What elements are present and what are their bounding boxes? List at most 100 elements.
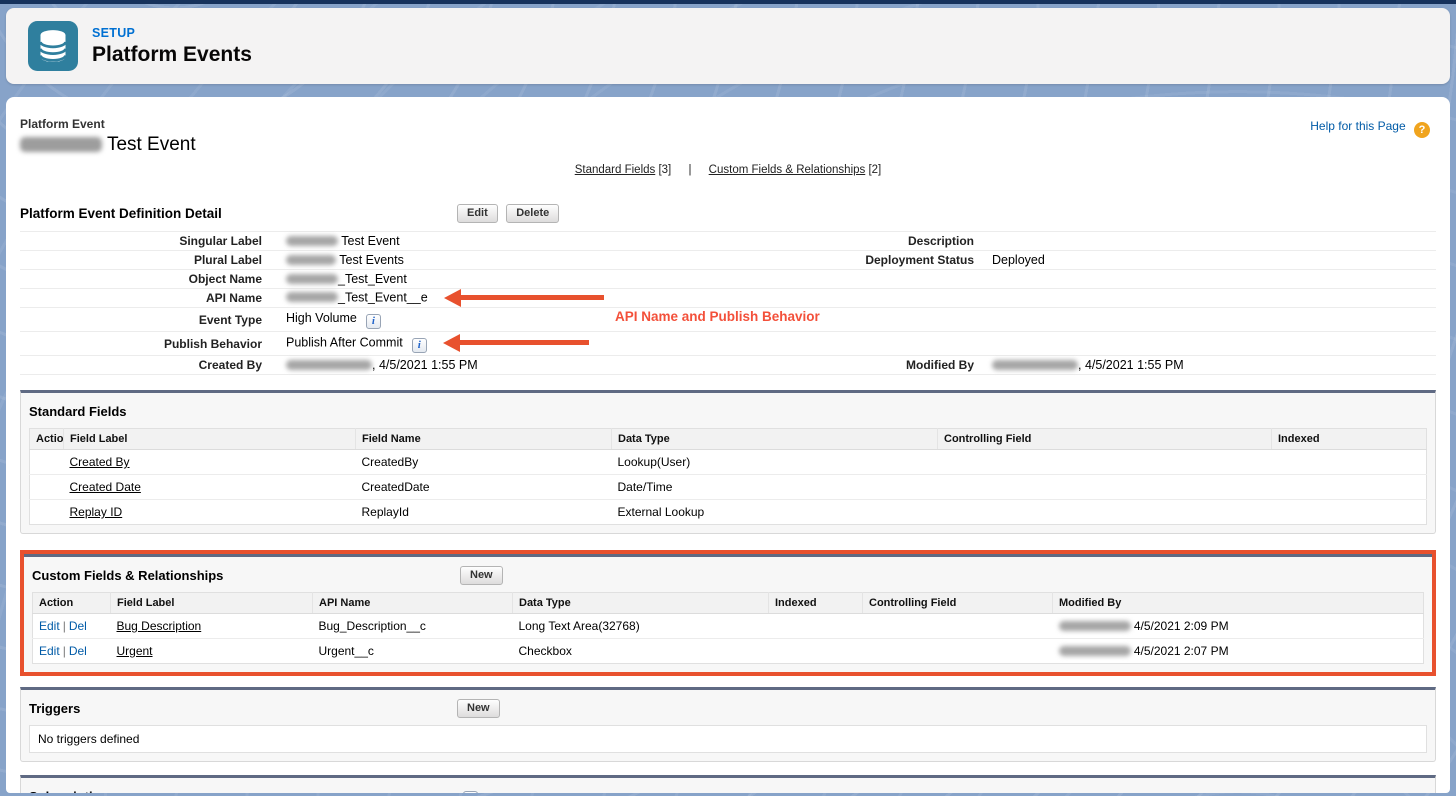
nav-count-custom-fields: [2] — [868, 164, 881, 176]
col-action: Action — [30, 429, 64, 450]
modified-by-cell: 4/5/2021 2:09 PM — [1053, 614, 1424, 639]
edit-button[interactable]: Edit — [457, 204, 498, 223]
plural-label-value: Test Events — [262, 253, 712, 267]
new-custom-field-button[interactable]: New — [460, 566, 503, 585]
custom-fields-section: Custom Fields & Relationships New Action… — [24, 554, 1432, 672]
event-type-info-icon[interactable]: i — [366, 314, 381, 329]
description-label: Description — [712, 234, 974, 248]
table-row: Edit|Del Urgent Urgent__c Checkbox 4/5/2… — [33, 639, 1424, 664]
object-name-label: Object Name — [20, 272, 262, 286]
delete-button[interactable]: Delete — [506, 204, 559, 223]
redacted-text — [286, 360, 372, 370]
created-by-value: , 4/5/2021 1:55 PM — [262, 358, 712, 372]
col-controlling-field: Controlling Field — [863, 593, 1053, 614]
col-indexed: Indexed — [1272, 429, 1427, 450]
standard-fields-section: Standard Fields Action Field Label Field… — [20, 390, 1436, 534]
detail-row-created-by: Created By , 4/5/2021 1:55 PM Modified B… — [20, 356, 1436, 375]
help-question-icon[interactable]: ? — [1414, 122, 1430, 138]
red-arrow-publish-behavior-icon — [443, 334, 589, 352]
help-for-this-page-link[interactable]: Help for this Page — [1310, 119, 1405, 133]
api-name-value: _Test_Event__e — [262, 289, 712, 307]
plural-label-label: Plural Label — [20, 253, 262, 267]
annotation-text: API Name and Publish Behavior — [615, 309, 820, 324]
redacted-entity-prefix — [20, 137, 102, 152]
standard-fields-table: Action Field Label Field Name Data Type … — [29, 428, 1427, 525]
del-link[interactable]: Del — [69, 619, 87, 633]
detail-row-publish-behavior: Publish Behavior Publish After Commiti — [20, 332, 1436, 356]
custom-fields-table: Action Field Label API Name Data Type In… — [32, 592, 1424, 664]
table-row: Created Date CreatedDate Date/Time — [30, 475, 1427, 500]
detail-row-object-name: Object Name _Test_Event — [20, 270, 1436, 289]
edit-link[interactable]: Edit — [39, 644, 60, 658]
field-link[interactable]: Bug Description — [117, 619, 202, 633]
col-indexed: Indexed — [769, 593, 863, 614]
subscriptions-title: Subscriptions — [29, 786, 116, 793]
standard-fields-title: Standard Fields — [29, 401, 127, 419]
field-link[interactable]: Replay ID — [70, 505, 123, 519]
object-name-value: _Test_Event — [262, 272, 712, 286]
triggers-title: Triggers — [29, 698, 80, 716]
deployment-status-label: Deployment Status — [712, 253, 974, 267]
col-field-label: Field Label — [111, 593, 313, 614]
col-field-name: Field Name — [356, 429, 612, 450]
redacted-text — [1059, 621, 1131, 631]
modified-by-value: , 4/5/2021 1:55 PM — [974, 358, 1436, 372]
redacted-text — [286, 255, 336, 265]
field-link[interactable]: Created By — [70, 455, 130, 469]
new-trigger-button[interactable]: New — [457, 699, 500, 718]
main-content-card: Help for this Page ? Platform Event Test… — [6, 97, 1450, 793]
platform-events-database-icon — [28, 21, 78, 71]
modified-by-cell: 4/5/2021 2:07 PM — [1053, 639, 1424, 664]
detail-row-api-name: API Name _Test_Event__e — [20, 289, 1436, 308]
field-link[interactable]: Urgent — [117, 644, 153, 658]
redacted-text — [286, 274, 338, 284]
publish-behavior-label: Publish Behavior — [20, 337, 262, 351]
table-row: Replay ID ReplayId External Lookup — [30, 500, 1427, 525]
detail-grid: API Name and Publish Behavior Singular L… — [20, 231, 1436, 375]
event-type-label: Event Type — [20, 313, 262, 327]
singular-label-label: Singular Label — [20, 234, 262, 248]
custom-fields-title: Custom Fields & Relationships — [32, 565, 223, 583]
field-link[interactable]: Created Date — [70, 480, 141, 494]
page-title: Test Event — [20, 134, 1436, 158]
nav-separator: | — [688, 164, 691, 176]
setup-eyebrow: SETUP — [92, 26, 252, 40]
api-name-label: API Name — [20, 291, 262, 305]
edit-link[interactable]: Edit — [39, 619, 60, 633]
detail-section-title: Platform Event Definition Detail — [20, 203, 222, 221]
entity-type-label: Platform Event — [20, 117, 1436, 131]
col-field-label: Field Label — [64, 429, 356, 450]
red-arrow-api-name-icon — [444, 289, 604, 307]
col-modified-by: Modified By — [1053, 593, 1424, 614]
nav-link-standard-fields[interactable]: Standard Fields — [575, 164, 656, 176]
deployment-status-value: Deployed — [974, 253, 1436, 267]
col-action: Action — [33, 593, 111, 614]
subscriptions-info-icon[interactable]: i — [463, 791, 478, 793]
redacted-text — [1059, 646, 1131, 656]
col-data-type: Data Type — [612, 429, 938, 450]
redacted-text — [992, 360, 1078, 370]
table-row: Edit|Del Bug Description Bug_Description… — [33, 614, 1424, 639]
publish-behavior-value: Publish After Commiti — [262, 334, 712, 353]
publish-behavior-info-icon[interactable]: i — [412, 338, 427, 353]
redacted-text — [286, 292, 338, 302]
redacted-text — [286, 236, 338, 246]
window-top-border — [0, 0, 1456, 4]
red-highlight-box: Custom Fields & Relationships New Action… — [20, 550, 1436, 676]
entity-name: Test Event — [107, 134, 196, 155]
created-by-label: Created By — [20, 358, 262, 372]
detail-row-singular-label: Singular Label Test Event Description — [20, 232, 1436, 251]
setup-header: SETUP Platform Events — [6, 8, 1450, 84]
detail-row-plural-label: Plural Label Test Events Deployment Stat… — [20, 251, 1436, 270]
del-link[interactable]: Del — [69, 644, 87, 658]
subscriptions-section: Subscriptions i Subscriber Last Processe… — [20, 775, 1436, 793]
nav-count-standard-fields: [3] — [658, 164, 671, 176]
nav-link-custom-fields[interactable]: Custom Fields & Relationships — [709, 164, 866, 176]
col-api-name: API Name — [313, 593, 513, 614]
section-nav: Standard Fields [3] | Custom Fields & Re… — [20, 164, 1436, 176]
triggers-empty-message: No triggers defined — [29, 725, 1427, 753]
table-row: Created By CreatedBy Lookup(User) — [30, 450, 1427, 475]
triggers-section: Triggers New No triggers defined — [20, 687, 1436, 762]
singular-label-value: Test Event — [262, 234, 712, 248]
col-controlling-field: Controlling Field — [938, 429, 1272, 450]
